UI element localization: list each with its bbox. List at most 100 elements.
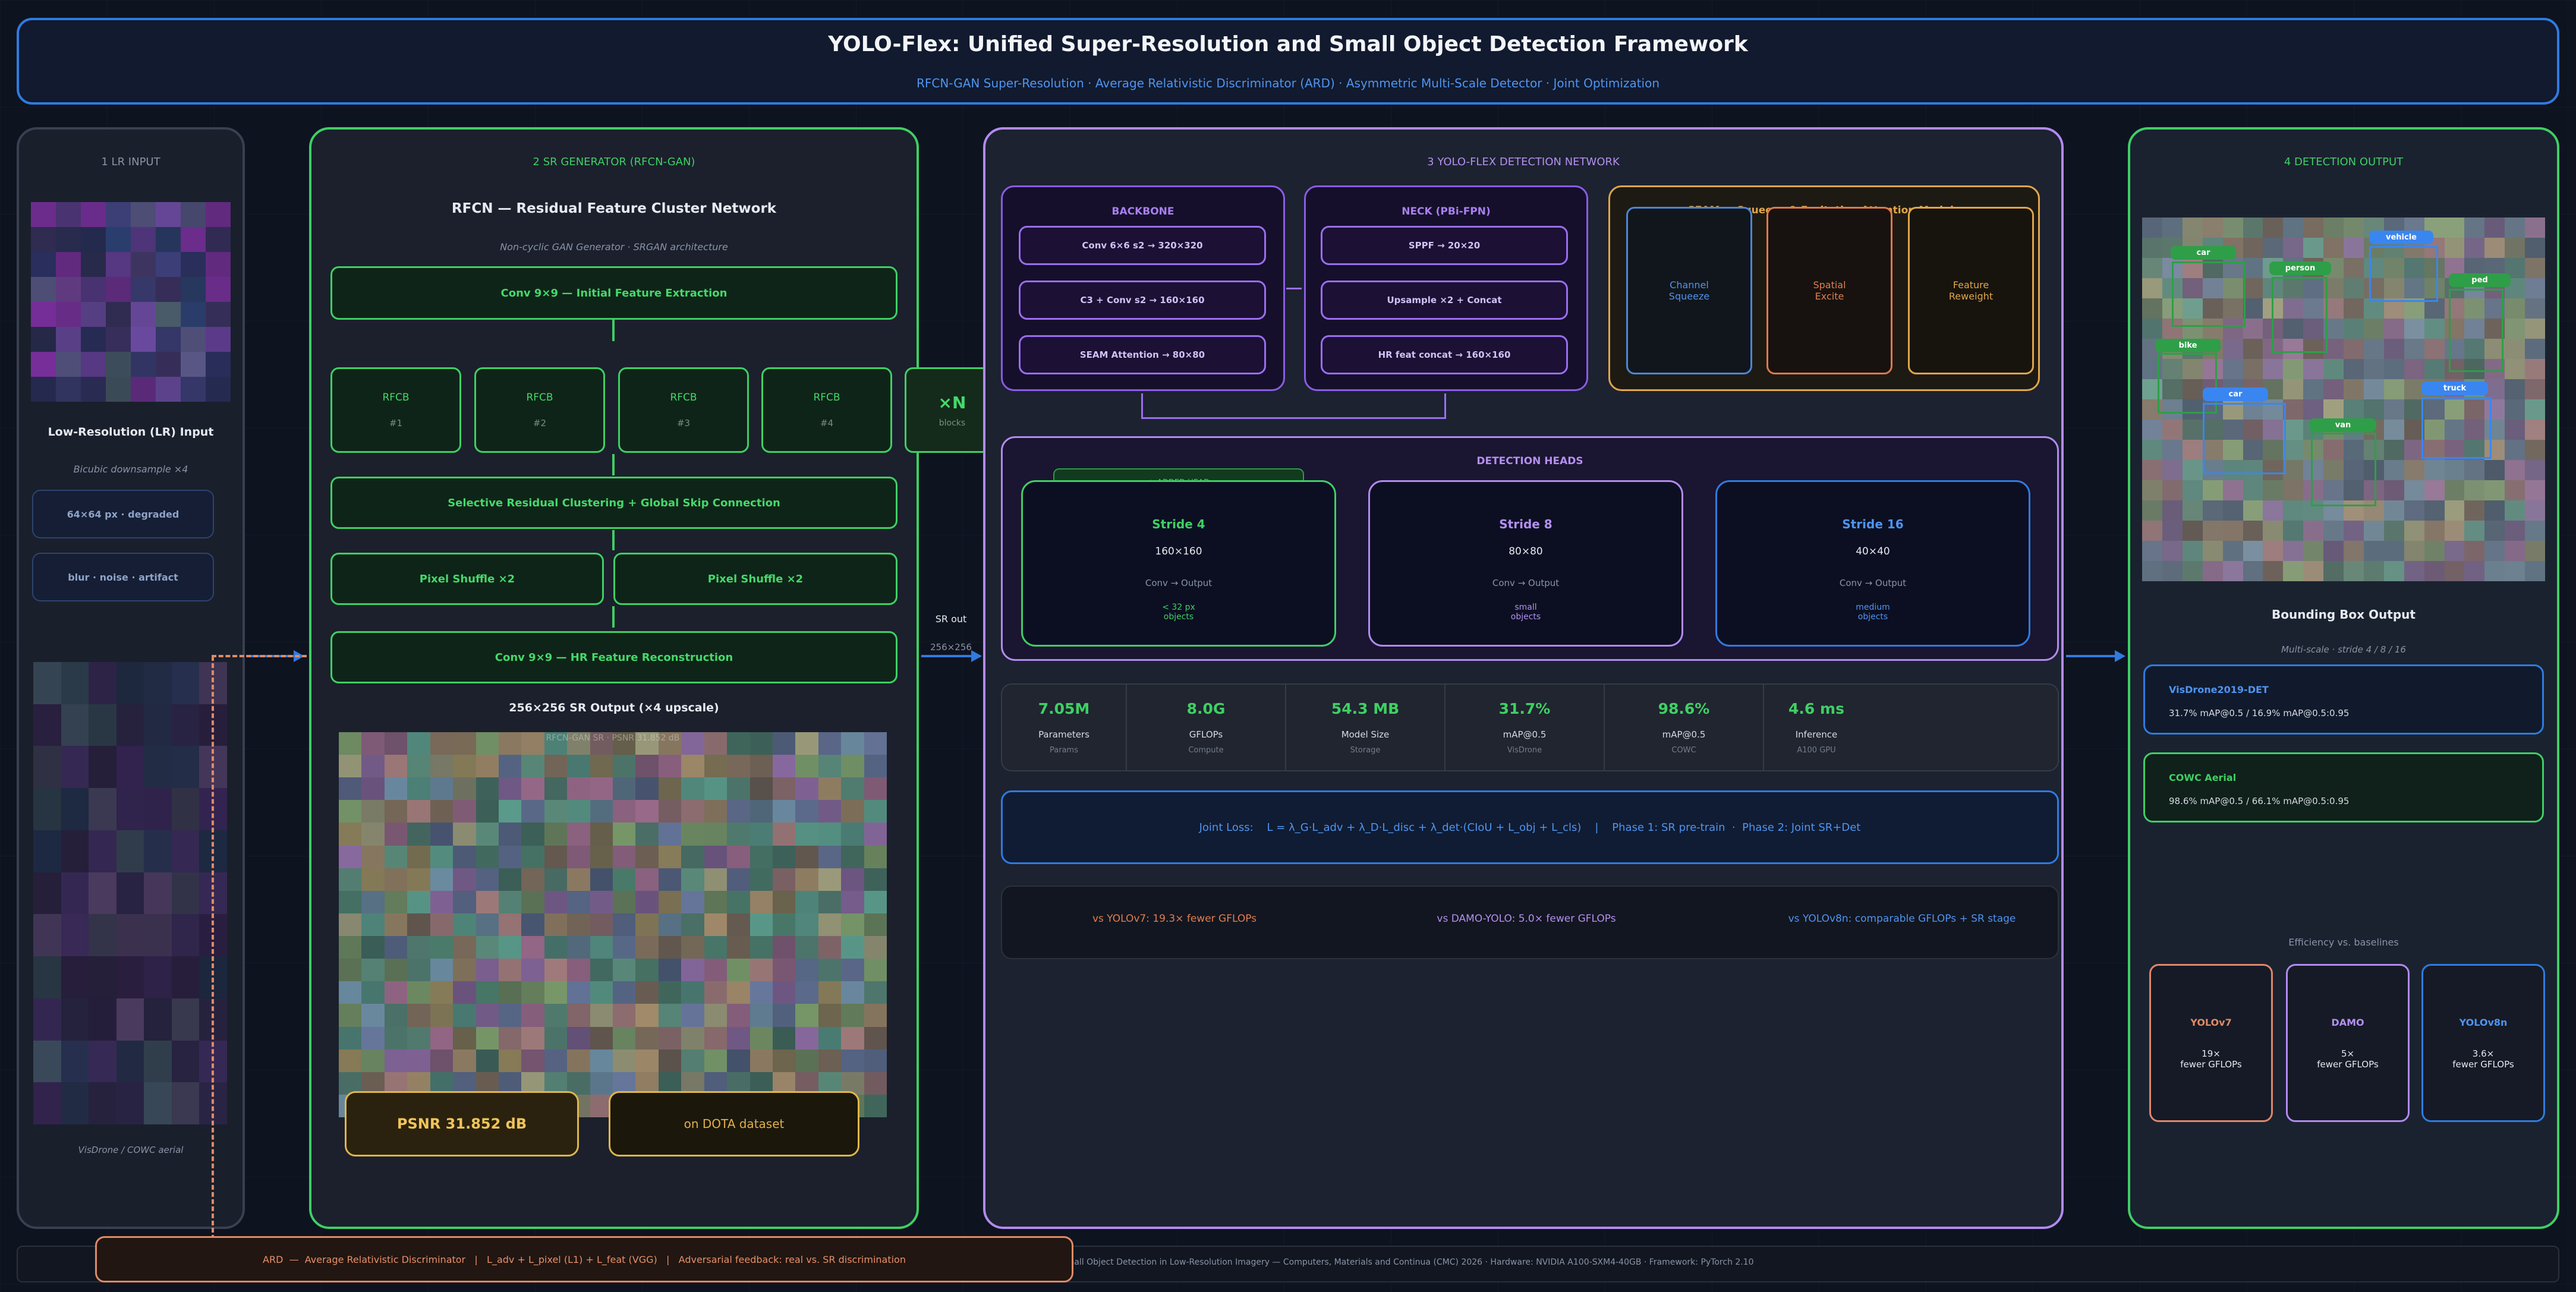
image-pixel <box>2505 339 2525 359</box>
sr-output-image <box>339 732 887 1117</box>
visdrone-result-card: VisDrone2019-DET 31.7% mAP@0.5 / 16.9% m… <box>2143 664 2544 735</box>
image-pixel <box>430 1004 454 1027</box>
image-pixel <box>2142 420 2162 440</box>
image-pixel <box>635 1004 659 1027</box>
image-pixel <box>635 1049 659 1072</box>
lr-input-header: 1 LR INPUT <box>101 156 160 168</box>
image-pixel <box>864 845 887 868</box>
image-pixel <box>475 890 499 913</box>
metric-inference: 4.6 ms Inference A100 GPU <box>1764 685 1869 770</box>
image-pixel <box>658 823 682 846</box>
image-pixel <box>453 800 476 823</box>
image-pixel <box>613 755 636 778</box>
image-pixel <box>2243 278 2263 298</box>
image-pixel <box>704 890 728 913</box>
image-pixel <box>206 202 231 227</box>
image-pixel <box>407 823 430 846</box>
image-pixel <box>171 746 200 789</box>
heads-merge-line <box>1141 417 1446 419</box>
image-pixel <box>156 327 181 352</box>
image-pixel <box>544 800 568 823</box>
image-pixel <box>2525 480 2545 500</box>
image-pixel <box>727 868 750 891</box>
image-pixel <box>56 352 81 377</box>
arrow-rfcb-to-cluster <box>612 454 615 475</box>
image-pixel <box>2283 218 2304 238</box>
image-pixel <box>116 788 144 830</box>
image-pixel <box>2383 460 2404 480</box>
result-value: 98.6% mAP@0.5 / 66.1% mAP@0.5:0.95 <box>2169 796 2350 806</box>
image-pixel <box>2243 541 2263 561</box>
image-pixel <box>206 352 231 377</box>
image-pixel <box>89 1040 116 1083</box>
image-pixel <box>2505 440 2525 460</box>
image-pixel <box>144 1082 172 1124</box>
image-pixel <box>2222 521 2243 541</box>
image-pixel <box>727 823 750 846</box>
image-pixel <box>2525 339 2545 359</box>
image-pixel <box>2243 339 2263 359</box>
image-pixel <box>2363 521 2384 541</box>
image-pixel <box>841 981 864 1004</box>
image-pixel <box>384 823 408 846</box>
image-pixel <box>841 800 864 823</box>
image-pixel <box>33 872 61 915</box>
image-pixel <box>864 823 887 846</box>
image-pixel <box>56 327 81 352</box>
image-pixel <box>2525 460 2545 480</box>
baseline-name: YOLOv7 <box>2190 1016 2232 1028</box>
image-pixel <box>521 936 544 959</box>
image-pixel <box>2162 541 2183 561</box>
image-pixel <box>61 998 89 1041</box>
image-pixel <box>361 1049 385 1072</box>
image-pixel <box>2283 379 2304 399</box>
image-pixel <box>567 1004 590 1027</box>
image-pixel <box>590 1072 613 1095</box>
image-pixel <box>704 800 728 823</box>
image-pixel <box>681 823 704 846</box>
image-pixel <box>56 227 81 252</box>
image-pixel <box>33 956 61 998</box>
lr-input-title: Low-Resolution (LR) Input <box>48 426 214 439</box>
image-pixel <box>81 202 106 227</box>
image-pixel <box>2505 500 2525 521</box>
bbox-label-vehicle: vehicle <box>2369 231 2433 244</box>
image-pixel <box>2182 218 2203 238</box>
image-pixel <box>2525 238 2545 258</box>
backbone-layer-1: Conv 6×6 s2 → 320×320 <box>1019 226 1266 265</box>
image-pixel <box>864 959 887 982</box>
bbox-car <box>2172 261 2246 327</box>
image-pixel <box>2142 319 2162 339</box>
image-pixel <box>864 868 887 891</box>
image-pixel <box>2243 258 2263 278</box>
image-pixel <box>453 1049 476 1072</box>
image-pixel <box>61 746 89 789</box>
image-pixel <box>498 936 522 959</box>
image-pixel <box>727 800 750 823</box>
metric-label: mAP@0.5 <box>1503 729 1547 740</box>
image-pixel <box>498 868 522 891</box>
image-pixel <box>2505 420 2525 440</box>
image-pixel <box>2323 379 2344 399</box>
bbox-ped <box>2449 289 2503 372</box>
image-pixel <box>2404 359 2424 379</box>
image-pixel <box>613 981 636 1004</box>
image-pixel <box>384 868 408 891</box>
image-pixel <box>2162 420 2183 440</box>
seam-step-line1: Channel <box>1670 279 1709 291</box>
metrics-bar: 7.05M Parameters Params 8.0G GFLOPs Comp… <box>1001 683 2059 771</box>
image-pixel <box>613 868 636 891</box>
image-pixel <box>498 959 522 982</box>
sr-output-title: 256×256 SR Output (×4 upscale) <box>509 701 719 714</box>
image-pixel <box>635 936 659 959</box>
head-stride-8: Stride 8 80×80 Conv → Output small objec… <box>1368 480 1683 647</box>
image-pixel <box>2182 561 2203 581</box>
image-pixel <box>2182 500 2203 521</box>
image-pixel <box>2263 480 2284 500</box>
image-pixel <box>2243 480 2263 500</box>
image-pixel <box>2383 480 2404 500</box>
image-pixel <box>658 800 682 823</box>
image-pixel <box>567 959 590 982</box>
image-pixel <box>106 377 131 402</box>
image-pixel <box>2182 541 2203 561</box>
